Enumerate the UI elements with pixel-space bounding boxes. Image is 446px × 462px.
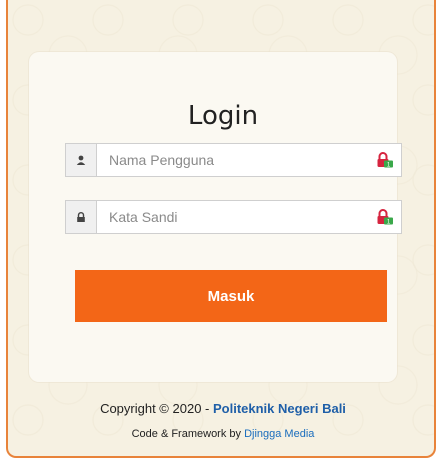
credits-text: Code & Framework by (131, 428, 245, 440)
username-field[interactable]: Nama Pengguna 1 (65, 143, 402, 177)
copyright: Copyright © 2020 - Politeknik Negeri Bal… (0, 401, 446, 416)
copyright-text: Copyright © 2020 - (100, 401, 213, 416)
institution-link[interactable]: Politeknik Negeri Bali (213, 401, 346, 416)
password-field[interactable]: Kata Sandi 1 (65, 200, 402, 234)
page-title: Login (187, 101, 259, 131)
password-input[interactable]: Kata Sandi (97, 209, 373, 225)
developer-link[interactable]: Djingga Media (244, 428, 314, 440)
submit-button[interactable]: Masuk (75, 270, 387, 322)
keepass-icon[interactable]: 1 (373, 209, 397, 225)
username-input[interactable]: Nama Pengguna (97, 152, 373, 168)
user-icon (66, 144, 97, 176)
credits: Code & Framework by Djingga Media (0, 428, 446, 440)
keepass-icon[interactable]: 1 (373, 152, 397, 168)
lock-icon (66, 201, 97, 233)
